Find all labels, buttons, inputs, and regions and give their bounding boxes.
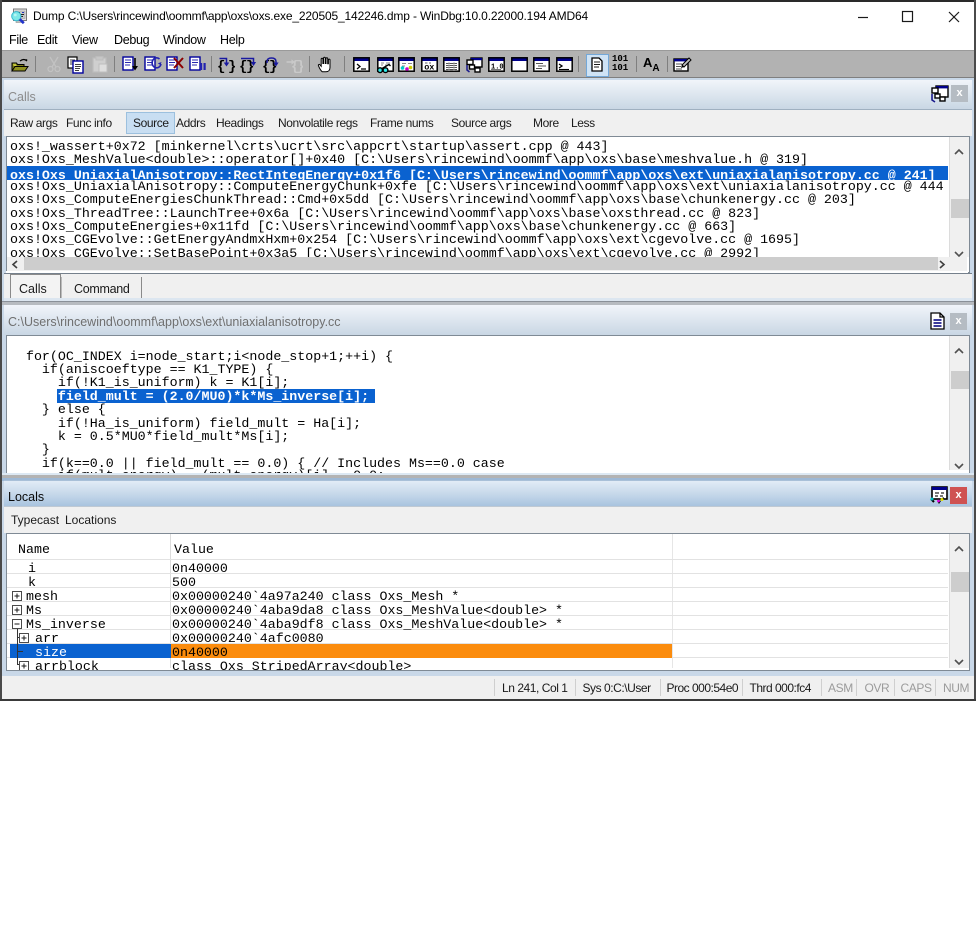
svg-text:}: }	[228, 59, 235, 73]
svg-text:}: }	[297, 59, 304, 73]
svg-text:{: {	[218, 59, 225, 73]
svg-text:1.0: 1.0	[491, 64, 504, 72]
svg-text:ox: ox	[424, 63, 434, 73]
